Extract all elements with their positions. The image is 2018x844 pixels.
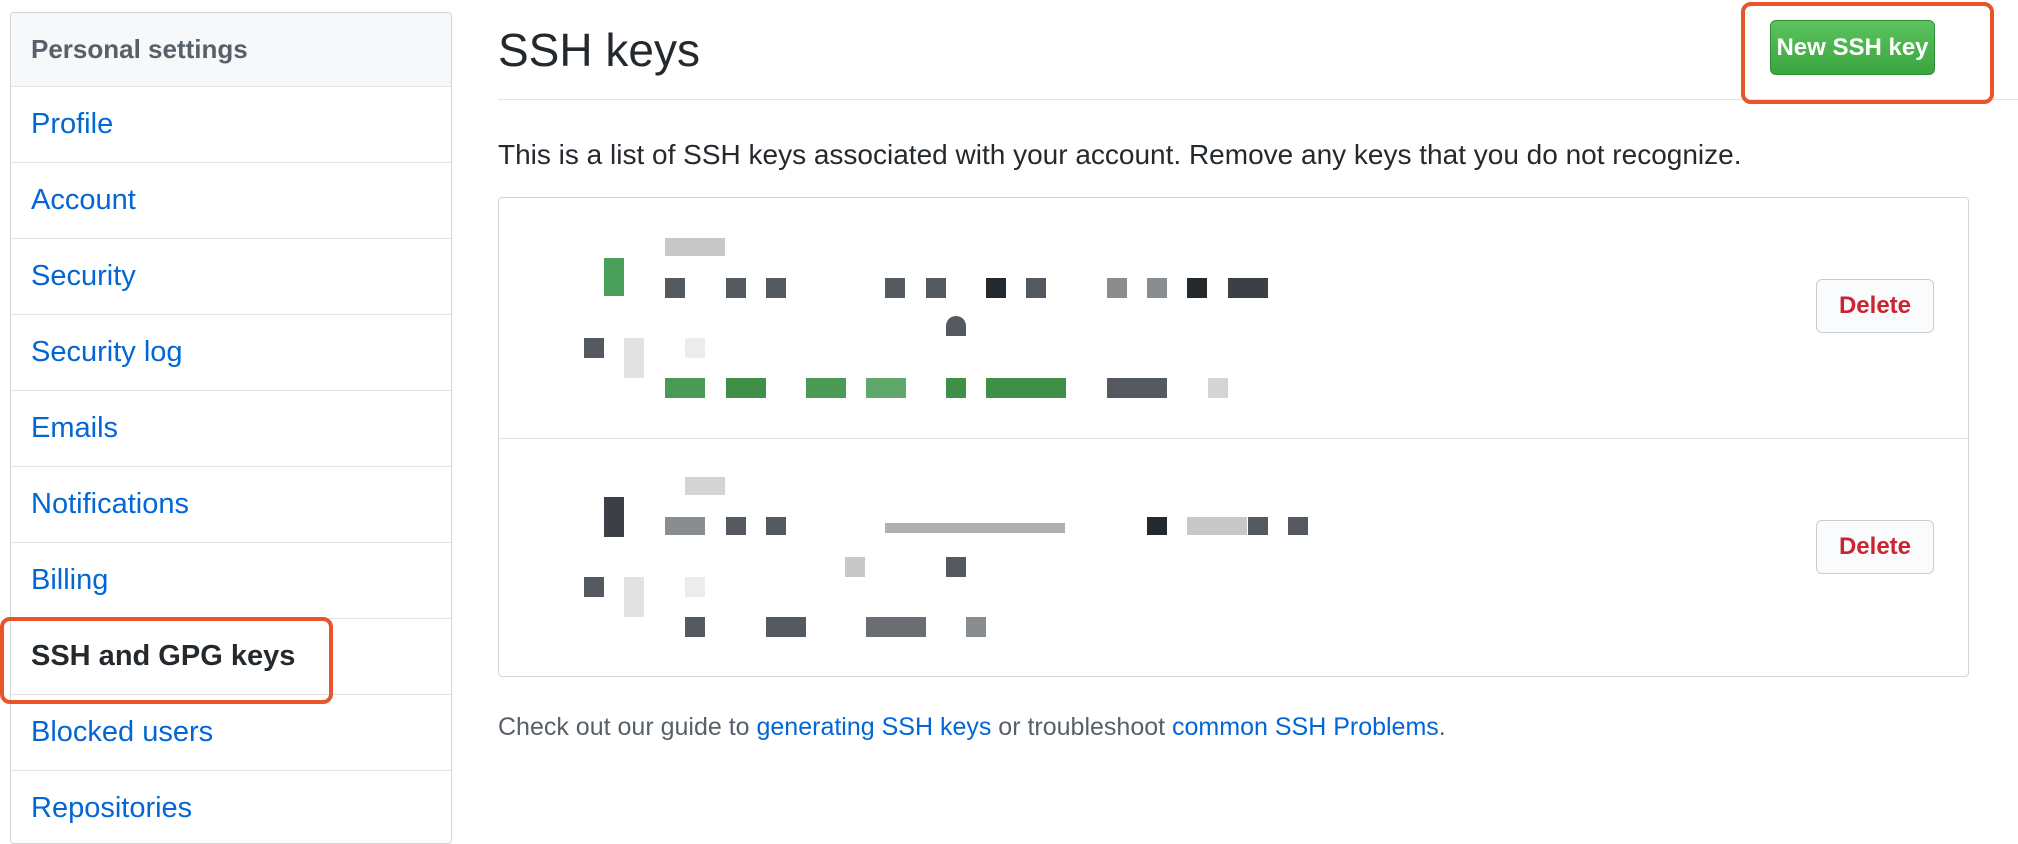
page-title: SSH keys: [498, 24, 700, 76]
sidebar-item-account[interactable]: Account: [11, 163, 451, 239]
settings-sidebar: Personal settings Profile Account Securi…: [10, 12, 452, 844]
delete-key-button[interactable]: Delete: [1816, 279, 1934, 333]
generating-ssh-keys-link[interactable]: generating SSH keys: [757, 713, 992, 741]
ssh-key-item: Delete: [499, 198, 1968, 438]
sidebar-item-billing[interactable]: Billing: [11, 543, 451, 619]
sidebar-item-repositories[interactable]: Repositories: [11, 771, 451, 843]
footer-text-middle: or troubleshoot: [991, 713, 1173, 741]
ssh-key-list: Delete Delete: [498, 197, 1969, 677]
sidebar-item-security[interactable]: Security: [11, 239, 451, 315]
key-icon: [604, 497, 624, 537]
footer-text-suffix: .: [1438, 713, 1446, 741]
ssh-key-item: Delete: [499, 438, 1968, 678]
help-footer-note: Check out our guide to generating SSH ke…: [498, 713, 1446, 742]
delete-key-button[interactable]: Delete: [1816, 520, 1934, 574]
sidebar-header: Personal settings: [11, 13, 451, 87]
sidebar-item-notifications[interactable]: Notifications: [11, 467, 451, 543]
sidebar-item-profile[interactable]: Profile: [11, 87, 451, 163]
sidebar-item-blocked-users[interactable]: Blocked users: [11, 695, 451, 771]
common-ssh-problems-link[interactable]: common SSH Problems: [1172, 713, 1439, 741]
key-icon: [604, 258, 624, 296]
footer-text-prefix: Check out our guide to: [498, 713, 757, 741]
annotation-highlight-sidebar: [0, 617, 333, 704]
sidebar-item-security-log[interactable]: Security log: [11, 315, 451, 391]
keys-intro-text: This is a list of SSH keys associated wi…: [498, 139, 1742, 170]
annotation-highlight-new-key: [1741, 2, 1994, 104]
sidebar-item-emails[interactable]: Emails: [11, 391, 451, 467]
